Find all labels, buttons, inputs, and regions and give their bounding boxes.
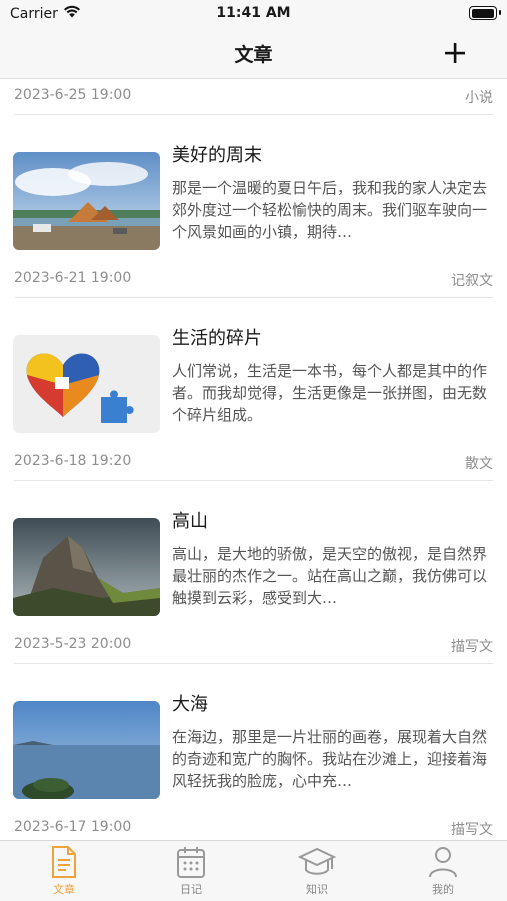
add-article-button[interactable] (443, 41, 467, 65)
article-summary: 人们常说，生活是一本书，每个人都是其中的作者。而我却觉得，生活更像是一张拼图，由… (172, 362, 488, 424)
article-card[interactable]: 生活的碎片 人们常说，生活是一本书，每个人都是其中的作者。而我却觉得，生活更像是… (0, 298, 507, 448)
article-date: 2023-6-21 19:00 (14, 270, 132, 286)
article-thumbnail-puzzle (13, 335, 160, 433)
plus-icon (445, 43, 465, 63)
article-summary: 高山，是大地的骄傲，是天空的傲视，是自然界最壮丽的杰作之一。站在高山之巅，我仿佛… (172, 545, 488, 607)
tab-label: 知识 (306, 883, 328, 896)
list-item-meta: 2023-6-17 19:00 描写文 (0, 811, 507, 840)
article-card[interactable]: 高山 高山，是大地的骄傲，是天空的傲视，是自然界最壮丽的杰作之一。站在高山之巅，… (0, 481, 507, 631)
tab-profile[interactable]: 我的 (403, 845, 483, 897)
article-card[interactable]: 美好的周末 那是一个温暖的夏日午后，我和我的家人决定去郊外度过一个轻松愉快的周末… (0, 115, 507, 265)
article-date: 2023-6-17 19:00 (14, 819, 132, 835)
list-item-meta: 2023-6-21 19:00 记叙文 (0, 262, 507, 296)
article-title: 美好的周末 (172, 145, 262, 166)
calendar-icon (177, 847, 205, 878)
article-summary: 那是一个温暖的夏日午后，我和我的家人决定去郊外度过一个轻松愉快的周末。我们驱车驶… (172, 179, 488, 241)
graduation-cap-icon (298, 847, 336, 875)
article-thumbnail-camping (13, 152, 160, 250)
article-category: 描写文 (451, 639, 493, 655)
article-title: 大海 (172, 694, 208, 715)
status-time: 11:41 AM (216, 5, 291, 21)
navigation-bar: 文章 (0, 28, 507, 79)
list-item-meta: 2023-5-23 20:00 描写文 (0, 628, 507, 662)
list-item-meta: 2023-6-25 19:00 小说 (0, 79, 507, 113)
article-category: 记叙文 (451, 273, 493, 289)
article-list[interactable]: 2023-6-25 19:00 小说 美好的周末 那是一个温暖的夏日午后，我和我… (0, 79, 507, 840)
tab-label: 日记 (180, 883, 202, 896)
article-category: 散文 (465, 456, 493, 472)
tab-label: 文章 (53, 883, 75, 896)
tab-label: 我的 (432, 883, 454, 896)
article-date: 2023-6-18 19:20 (14, 453, 132, 469)
tab-bar: 文章 日记 知识 我的 (0, 840, 507, 901)
article-title: 高山 (172, 511, 208, 532)
article-category: 描写文 (451, 822, 493, 838)
article-summary: 在海边，那里是一片壮丽的画卷，展现着大自然的奇迹和宽广的胸怀。我站在沙滩上，迎接… (172, 728, 488, 790)
article-category: 小说 (465, 90, 493, 106)
tab-knowledge[interactable]: 知识 (277, 845, 357, 897)
list-item-meta: 2023-6-18 19:20 散文 (0, 445, 507, 479)
article-thumbnail-mountain (13, 518, 160, 616)
article-date: 2023-5-23 20:00 (14, 636, 132, 652)
document-icon (52, 846, 76, 878)
page-title: 文章 (234, 44, 273, 66)
tab-diary[interactable]: 日记 (151, 845, 231, 897)
article-title: 生活的碎片 (172, 328, 262, 349)
tab-articles[interactable]: 文章 (24, 845, 104, 897)
person-icon (429, 847, 457, 878)
article-date: 2023-6-25 19:00 (14, 87, 132, 103)
battery-icon (469, 6, 501, 20)
article-card[interactable]: 大海 在海边，那里是一片壮丽的画卷，展现着大自然的奇迹和宽广的胸怀。我站在沙滩上… (0, 664, 507, 814)
article-thumbnail-sea (13, 701, 160, 799)
status-bar: Carrier 11:41 AM (0, 0, 507, 28)
